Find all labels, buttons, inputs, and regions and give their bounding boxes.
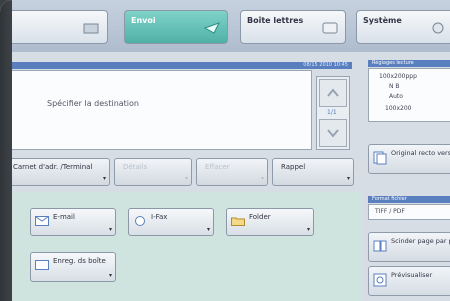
corner-arrow-icon: ▾ (206, 226, 210, 233)
file-format-header: Format fichier (368, 196, 450, 203)
button-label: E-mail (53, 213, 75, 221)
scan-settings-box[interactable]: 100x200ppp N B Auto 100x200 (368, 68, 450, 122)
corner-arrow-icon: ▾ (102, 175, 106, 182)
preview-button[interactable]: Prévisualiser (368, 266, 450, 296)
button-label: Enreg. ds boîte (53, 257, 106, 265)
ifax-icon (135, 216, 145, 226)
tab-label: Envoi (131, 16, 156, 25)
scan-settings-header: Réglages lecture (368, 60, 450, 67)
destination-scroller: 1/1 (316, 76, 350, 150)
chevron-up-icon (327, 88, 339, 97)
mailbox-icon (322, 22, 338, 34)
recall-button[interactable]: Rappel ▾ (272, 158, 354, 186)
preview-icon (373, 273, 387, 287)
email-button[interactable]: E-mail ▾ (30, 208, 116, 236)
corner-arrow-icon: ▾ (346, 175, 350, 182)
settings-column: Réglages lecture 100x200ppp N B Auto 100… (368, 52, 450, 301)
scroll-up-button[interactable] (319, 79, 347, 107)
chevron-down-icon (327, 129, 339, 138)
mailbox-icon (35, 260, 49, 270)
datetime: 08/15 2010 10:45 (303, 62, 348, 68)
file-format-title: Format fichier (372, 196, 407, 202)
folder-icon (231, 217, 245, 226)
corner-arrow-icon: ▾ (184, 175, 188, 182)
corner-arrow-icon: ▾ (260, 175, 264, 182)
color-mode: N B (389, 83, 400, 90)
split-pages-button[interactable]: Scinder page par page (368, 232, 450, 262)
scan-resolution: 100x200ppp (379, 73, 417, 80)
tab-label: Système (363, 16, 402, 25)
button-label: Scinder page par page (391, 237, 450, 245)
scroll-down-button[interactable] (319, 119, 347, 147)
button-label: Original recto verso (391, 149, 450, 157)
envelope-icon (35, 216, 49, 226)
corner-arrow-icon: ▾ (108, 226, 112, 233)
button-label: Détails (123, 163, 148, 171)
folder-button[interactable]: Folder ▾ (226, 208, 314, 236)
gear-icon (432, 22, 444, 34)
address-book-button[interactable]: Carnet d'adr. /Terminal ▾ (4, 158, 110, 186)
corner-arrow-icon: ▾ (306, 226, 310, 233)
button-label: Rappel (281, 163, 306, 171)
screen: Envoi Boîte lettres Système 08/15 2010 1… (0, 0, 450, 301)
scan-settings-title: Réglages lecture (372, 60, 414, 66)
color-mode-sub: Auto (389, 93, 403, 100)
duplex-icon (373, 151, 387, 165)
duplex-original-button[interactable]: Original recto verso (368, 144, 450, 174)
tab-label: Boîte lettres (247, 16, 304, 25)
corner-arrow-icon: ▾ (108, 272, 112, 279)
tab-send[interactable]: Envoi (124, 10, 228, 44)
ifax-button[interactable]: I-Fax ▾ (128, 208, 214, 236)
file-format-value: TIFF / PDF (375, 208, 405, 215)
details-button[interactable]: Détails ▾ (114, 158, 192, 186)
page-indicator: 1/1 (327, 109, 337, 116)
store-in-box-button[interactable]: Enreg. ds boîte ▾ (30, 252, 116, 282)
send-icon (203, 22, 221, 34)
status-header: 08/15 2010 10:45 (10, 62, 352, 69)
device-bezel (0, 0, 12, 301)
destination-field[interactable]: Spécifier la destination (10, 70, 312, 150)
tab-system[interactable]: Système (356, 10, 450, 44)
button-label: Effacer (205, 163, 230, 171)
button-label: Prévisualiser (391, 271, 433, 279)
tab-bar: Envoi Boîte lettres Système (0, 0, 450, 52)
split-pages-icon (373, 240, 387, 252)
tab-mailbox[interactable]: Boîte lettres (240, 10, 346, 44)
file-format-box[interactable]: TIFF / PDF (368, 204, 450, 220)
button-label: Carnet d'adr. /Terminal (13, 163, 93, 171)
destination-prompt: Spécifier la destination (47, 99, 139, 108)
button-label: Folder (249, 213, 271, 221)
send-type-panel: E-mail ▾ I-Fax ▾ Folder ▾ Enreg. ds boît… (10, 192, 362, 301)
ppp-value: 100x200 (385, 105, 412, 112)
copy-icon (83, 23, 99, 34)
delete-button[interactable]: Effacer ▾ (196, 158, 268, 186)
tab-copy[interactable] (2, 10, 108, 44)
button-label: I-Fax (151, 213, 168, 221)
